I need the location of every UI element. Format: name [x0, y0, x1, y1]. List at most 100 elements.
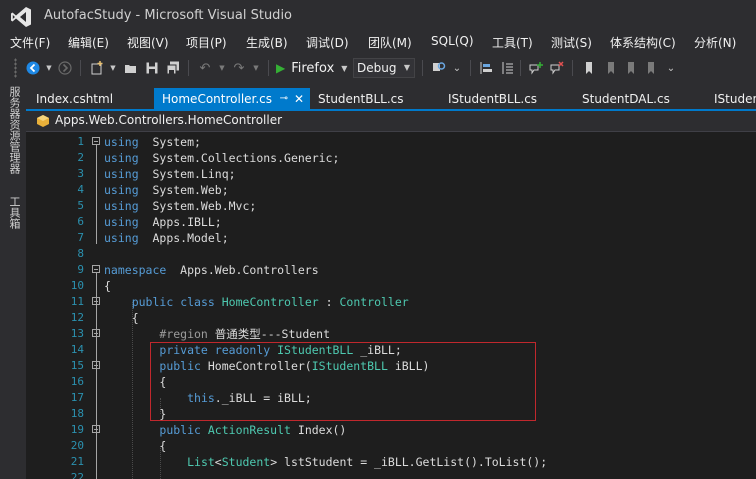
- code-line[interactable]: 12 {: [26, 310, 756, 326]
- code-line[interactable]: 20 {: [26, 438, 756, 454]
- tab-istudentdal-cs[interactable]: IStuden: [706, 88, 756, 109]
- toolbox-tab[interactable]: 工具箱: [6, 196, 22, 229]
- bookmark-icon[interactable]: [580, 58, 598, 78]
- window-title: AutofacStudy - Microsoft Visual Studio: [44, 8, 293, 23]
- code-line[interactable]: 1 using System;: [26, 134, 756, 150]
- next-bookmark-icon[interactable]: [622, 58, 640, 78]
- toolbar-overflow-icon[interactable]: ⌄: [662, 58, 680, 78]
- menu-file[interactable]: 文件(F): [10, 34, 50, 51]
- menu-team[interactable]: 团队(M): [368, 34, 412, 51]
- collapse-icon[interactable]: [92, 297, 100, 305]
- code-line[interactable]: 7 using Apps.Model;: [26, 230, 756, 246]
- code-line[interactable]: 3 using System.Linq;: [26, 166, 756, 182]
- new-project-dropdown-icon[interactable]: ▼: [104, 58, 122, 78]
- code-line[interactable]: 5 using System.Web.Mvc;: [26, 198, 756, 214]
- left-tool-strip: 服务器资源管理器 工具箱: [0, 84, 26, 479]
- code-text: using System.Web.Mvc;: [104, 199, 257, 213]
- title-bar: AutofacStudy - Microsoft Visual Studio: [0, 0, 756, 32]
- code-text: private readonly IStudentBLL _iBLL;: [159, 343, 402, 357]
- line-number: 18: [70, 407, 84, 420]
- code-line[interactable]: 19 public ActionResult Index(): [26, 422, 756, 438]
- menu-tools[interactable]: 工具(T): [492, 34, 533, 51]
- code-text: public HomeController(IStudentBLL iBLL): [159, 359, 430, 373]
- save-icon[interactable]: [143, 58, 161, 78]
- collapse-icon[interactable]: [92, 361, 100, 369]
- uncomment-icon[interactable]: [548, 58, 566, 78]
- code-line[interactable]: 21 List<Student> lstStudent = _iBLL.GetL…: [26, 454, 756, 470]
- clear-bookmarks-icon[interactable]: [642, 58, 660, 78]
- tab-homecontroller-cs[interactable]: HomeController.cs ⊸ ✕: [154, 88, 310, 109]
- menu-project[interactable]: 项目(P): [186, 34, 227, 51]
- tab-studentbll-cs[interactable]: StudentBLL.cs: [310, 88, 438, 109]
- code-line[interactable]: 8: [26, 246, 756, 262]
- code-line[interactable]: 15 public HomeController(IStudentBLL iBL…: [26, 358, 756, 374]
- collapse-icon[interactable]: [92, 265, 100, 273]
- save-all-icon[interactable]: [164, 58, 182, 78]
- toolbar-grip[interactable]: [14, 58, 17, 78]
- comment-icon[interactable]: [527, 58, 545, 78]
- collapse-icon[interactable]: [92, 329, 100, 337]
- line-number: 21: [70, 455, 84, 468]
- prev-bookmark-icon[interactable]: [602, 58, 620, 78]
- undo-dropdown-icon[interactable]: ▼: [213, 58, 231, 78]
- menu-analyze[interactable]: 分析(N): [694, 34, 736, 51]
- code-line[interactable]: 10 {: [26, 278, 756, 294]
- start-debugging-button[interactable]: ▶ Firefox ▼: [276, 59, 347, 77]
- configuration-select[interactable]: Debug ▼: [353, 58, 415, 78]
- code-line[interactable]: 22: [26, 470, 756, 479]
- code-line[interactable]: 16 {: [26, 374, 756, 390]
- server-explorer-tab[interactable]: 服务器资源管理器: [6, 86, 22, 174]
- code-line[interactable]: 6 using Apps.IBLL;: [26, 214, 756, 230]
- standard-toolbar: ▼ ▼ ↶ ▼ ↷ ▼ ▶ Firefox ▼ Debug ▼ ⌄ ⌄: [0, 54, 756, 82]
- line-number: 22: [70, 471, 84, 479]
- code-line[interactable]: 11 public class HomeController : Control…: [26, 294, 756, 310]
- open-icon[interactable]: [122, 58, 140, 78]
- navigation-path: Apps.Web.Controllers.HomeController: [55, 113, 283, 127]
- menu-view[interactable]: 视图(V): [127, 34, 169, 51]
- code-editor[interactable]: 1 using System; 2 using System.Collections.…: [26, 132, 756, 479]
- code-text: using System;: [104, 135, 201, 149]
- code-text: namespace Apps.Web.Controllers: [104, 263, 319, 277]
- forward-icon[interactable]: [56, 58, 74, 78]
- chevron-down-icon: ▼: [403, 63, 410, 72]
- collapse-icon[interactable]: [92, 137, 100, 145]
- menu-build[interactable]: 生成(B): [246, 34, 288, 51]
- code-line[interactable]: 9 namespace Apps.Web.Controllers: [26, 262, 756, 278]
- menu-test[interactable]: 测试(S): [551, 34, 592, 51]
- menu-debug[interactable]: 调试(D): [306, 34, 349, 51]
- code-line[interactable]: 2 using System.Collections.Generic;: [26, 150, 756, 166]
- find-icon[interactable]: [430, 58, 448, 78]
- code-line[interactable]: 17 this._iBLL = iBLL;: [26, 390, 756, 406]
- toolbar-separator: [470, 60, 471, 76]
- visual-studio-logo-icon: [11, 7, 31, 27]
- align-icon[interactable]: [477, 58, 495, 78]
- tab-index-cshtml[interactable]: Index.cshtml: [28, 88, 154, 109]
- line-number: 7: [77, 231, 84, 244]
- menu-sql[interactable]: SQL(Q): [431, 34, 474, 48]
- close-icon[interactable]: ✕: [294, 88, 304, 109]
- code-line[interactable]: 4 using System.Web;: [26, 182, 756, 198]
- menu-architecture[interactable]: 体系结构(C): [610, 34, 676, 51]
- indent-icon[interactable]: [498, 58, 516, 78]
- navigation-bar[interactable]: Apps.Web.Controllers.HomeController: [26, 111, 756, 132]
- code-text: {: [104, 439, 167, 453]
- code-line[interactable]: 18 }: [26, 406, 756, 422]
- collapse-icon[interactable]: [92, 425, 100, 433]
- code-text: using System.Web;: [104, 183, 229, 197]
- code-line[interactable]: 14 private readonly IStudentBLL _iBLL;: [26, 342, 756, 358]
- redo-dropdown-icon[interactable]: ▼: [247, 58, 265, 78]
- tab-istudentbll-cs[interactable]: IStudentBLL.cs: [440, 88, 574, 109]
- find-dropdown-icon[interactable]: ⌄: [448, 58, 466, 78]
- line-number: 20: [70, 439, 84, 452]
- line-number: 6: [77, 215, 84, 228]
- redo-icon[interactable]: ↷: [230, 58, 248, 78]
- tab-studentdal-cs[interactable]: StudentDAL.cs: [574, 88, 708, 109]
- toolbar-separator: [572, 60, 573, 76]
- pin-icon[interactable]: ⊸: [280, 88, 288, 109]
- code-text: public ActionResult Index(): [159, 423, 347, 437]
- menu-edit[interactable]: 编辑(E): [68, 34, 109, 51]
- tab-label: IStudentBLL.cs: [448, 92, 538, 106]
- code-line[interactable]: 13 #region 普通类型---Student: [26, 326, 756, 342]
- undo-icon[interactable]: ↶: [196, 58, 214, 78]
- line-number: 4: [77, 183, 84, 196]
